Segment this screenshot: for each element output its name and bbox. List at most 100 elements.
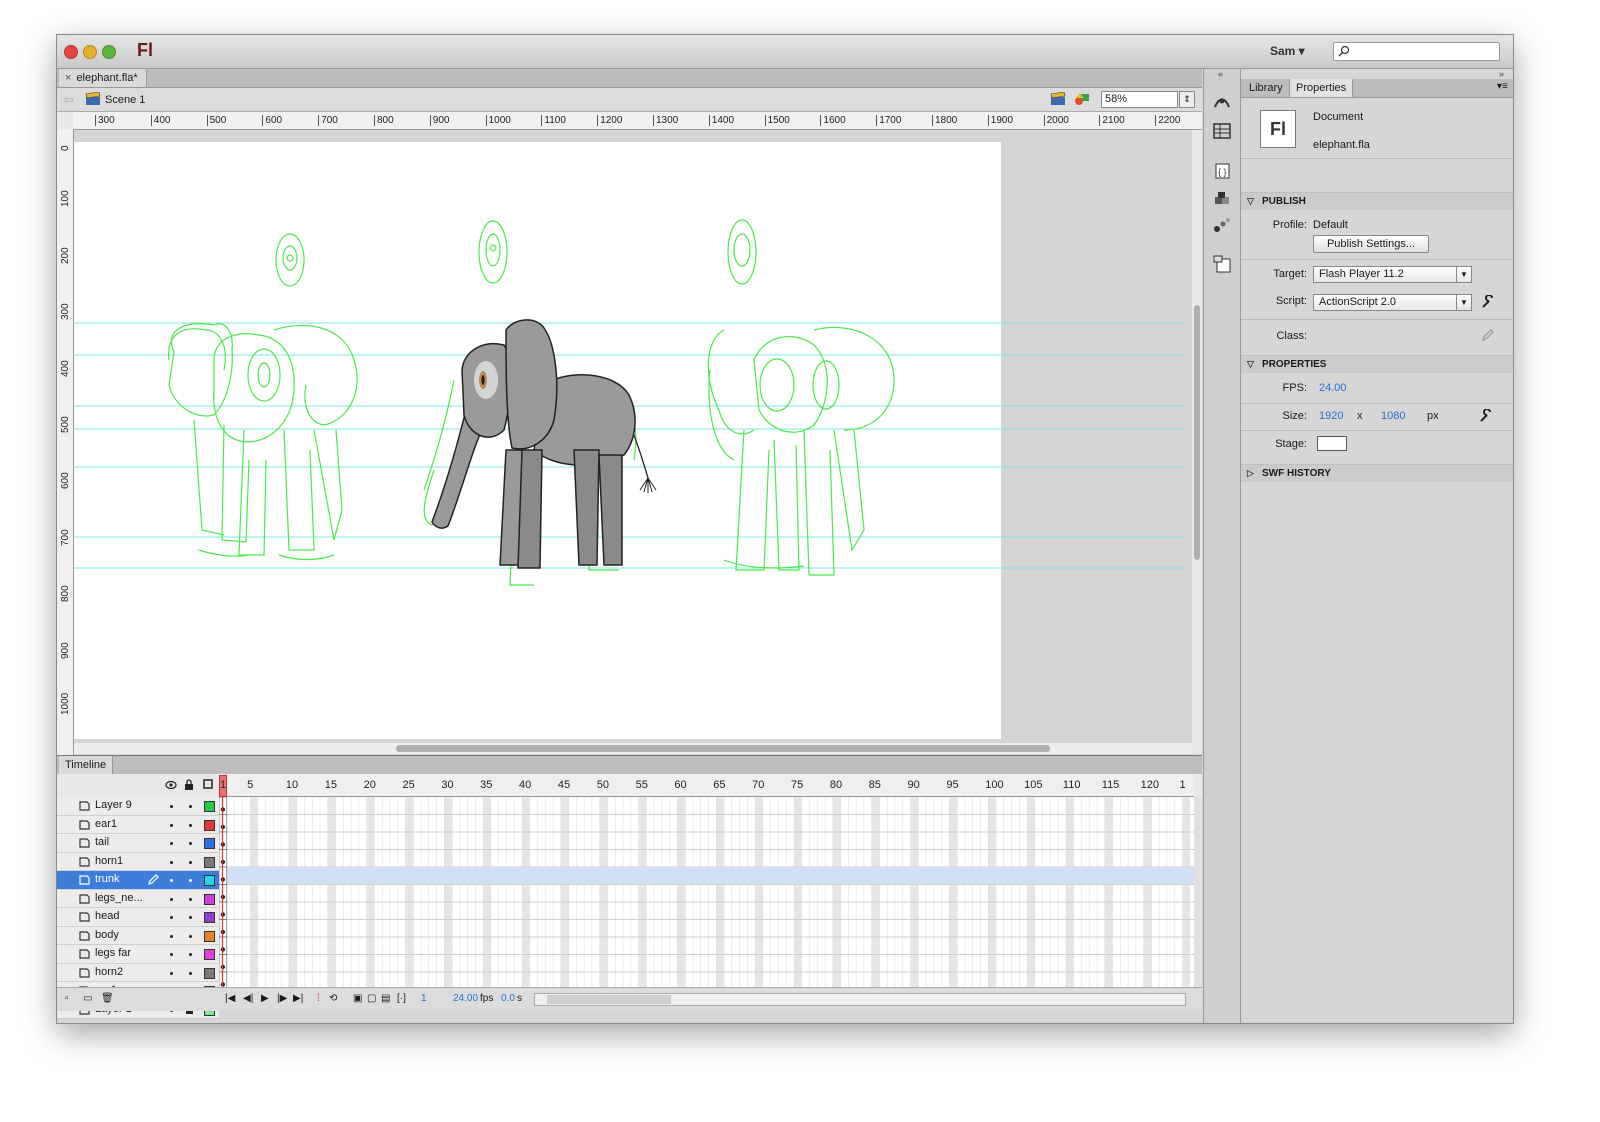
lock-toggle[interactable] [189,971,192,975]
lock-icon[interactable] [184,779,194,790]
motion-presets-icon[interactable] [1213,217,1231,233]
go-to-last-frame-icon[interactable]: ▶| [293,993,303,1004]
stage-vertical-scrollbar[interactable] [1192,130,1202,754]
delete-layer-icon[interactable]: 🗑 [101,993,114,1004]
layer-outline-color[interactable] [204,930,215,942]
search-box[interactable] [1333,42,1500,61]
maximize-window-button[interactable] [102,45,116,59]
lock-toggle[interactable] [189,934,192,938]
stage-color-swatch[interactable] [1317,436,1347,451]
layer-name[interactable]: horn1 [95,855,123,867]
width-value[interactable]: 1920 [1319,410,1343,422]
close-window-button[interactable] [64,45,78,59]
visibility-toggle[interactable] [170,842,173,845]
lock-toggle[interactable] [189,860,192,864]
layer-name[interactable]: horn2 [95,966,123,978]
properties-section-header[interactable]: ▽ PROPERTIES [1241,355,1513,373]
tab-properties[interactable]: Properties [1289,79,1354,97]
timeline-horizontal-scroll-thumb[interactable] [547,995,671,1004]
user-menu[interactable]: Sam ▾ [1270,44,1305,58]
elapsed-time-value[interactable]: 0.0 [501,993,515,1004]
layer-outline-color[interactable] [204,856,215,868]
eye-icon[interactable] [165,780,177,790]
size-settings-wrench-icon[interactable] [1479,409,1493,423]
script-settings-wrench-icon[interactable] [1481,295,1495,309]
layer-row[interactable]: ear1 [57,815,219,834]
layer-outline-color[interactable] [204,819,215,831]
visibility-toggle[interactable] [170,916,173,919]
zoom-field[interactable]: 58% [1101,91,1178,108]
stage-horizontal-scrollbar[interactable] [74,743,1192,754]
onion-skin-outlines-icon[interactable]: ▢ [367,993,376,1004]
document-tab[interactable]: × elephant.fla* [59,69,147,87]
layer-name[interactable]: Layer 9 [95,799,132,811]
layer-row[interactable]: Layer 9 [57,797,219,816]
visibility-toggle[interactable] [170,860,173,864]
edit-symbols-icon[interactable] [1074,92,1090,106]
visibility-toggle[interactable] [170,934,173,938]
timeline-horizontal-scrollbar[interactable] [534,993,1186,1006]
layer-name[interactable]: ear1 [95,818,117,830]
collapse-right-icon[interactable]: » [1499,69,1504,79]
visibility-toggle[interactable] [170,879,173,882]
center-frame-icon[interactable]: ⁞ [317,993,320,1004]
frame-ruler[interactable]: 1 5 10 15 20 25 30 35 40 45 50 55 60 65 70 75 80 85 90 95 10… [219,774,1194,797]
close-tab-icon[interactable]: × [65,72,71,84]
current-frame[interactable]: 1 [421,993,427,1004]
visibility-toggle[interactable] [170,823,173,827]
visibility-toggle[interactable] [170,805,173,808]
edit-class-pencil-icon[interactable] [1481,328,1495,342]
height-value[interactable]: 1080 [1381,410,1405,422]
layer-outline-color[interactable] [204,967,215,979]
publish-settings-button[interactable]: Publish Settings... [1313,235,1429,253]
stage[interactable] [74,130,1192,743]
layer-outline-color[interactable] [204,893,215,905]
lock-toggle[interactable] [189,897,192,901]
back-arrow-icon[interactable]: ⇦ [63,92,74,108]
layer-row[interactable]: legs far [57,945,219,964]
horizontal-ruler[interactable]: 300 400 500 600 700 800 900 1000 1100 1200 1300 140… [73,112,1202,130]
lock-toggle[interactable] [189,805,192,808]
layer-name[interactable]: trunk [95,873,119,885]
loop-icon[interactable]: ⟲ [329,993,337,1004]
motion-editor-icon[interactable] [1213,95,1231,111]
lock-toggle[interactable] [189,879,192,882]
go-to-first-frame-icon[interactable]: |◀ [225,993,235,1004]
code-snippets-icon[interactable]: { } [1213,163,1231,179]
step-forward-icon[interactable]: |▶ [277,993,287,1004]
minimize-window-button[interactable] [83,45,97,59]
layer-row[interactable]: horn1 [57,852,219,871]
frame-grid[interactable] [219,797,1194,987]
layer-row[interactable]: horn2 [57,963,219,982]
layer-outline-color[interactable] [204,912,215,923]
layer-name[interactable]: head [95,910,119,922]
components-icon[interactable] [1213,191,1231,207]
collapse-left-icon[interactable]: « [1218,69,1223,79]
lock-toggle[interactable] [189,842,192,845]
layer-name[interactable]: legs_ne... [95,892,143,904]
lock-toggle[interactable] [189,823,192,827]
visibility-toggle[interactable] [170,971,173,975]
stage-vertical-scroll-thumb[interactable] [1194,305,1200,560]
layer-row[interactable]: body [57,926,219,945]
layer-outline-color[interactable] [204,801,215,812]
visibility-toggle[interactable] [170,897,173,901]
lock-toggle[interactable] [189,916,192,919]
onion-skin-icon[interactable]: ▣ [353,993,362,1004]
layer-outline-color[interactable] [204,875,215,886]
new-folder-icon[interactable]: ▭ [83,993,92,1004]
publish-section-header[interactable]: ▽ PUBLISH [1241,192,1513,210]
project-panel-icon[interactable] [1213,255,1231,273]
vertical-ruler[interactable]: 0 100 200 300 400 500 600 700 800 900 1000 [57,129,74,755]
edit-multiple-frames-icon[interactable]: ▤ [381,993,390,1004]
panel-menu-icon[interactable]: ▾≡ [1497,81,1508,92]
layer-row[interactable]: tail [57,834,219,853]
align-panel-icon[interactable] [1213,123,1231,139]
script-select[interactable]: ActionScript 2.0 ▼ [1313,294,1472,311]
layer-outline-color[interactable] [204,838,215,849]
layer-name[interactable]: body [95,929,119,941]
layer-row[interactable]: trunk [57,871,219,890]
layer-outline-color[interactable] [204,949,215,960]
tab-library[interactable]: Library [1243,79,1289,97]
layer-name[interactable]: tail [95,836,109,848]
